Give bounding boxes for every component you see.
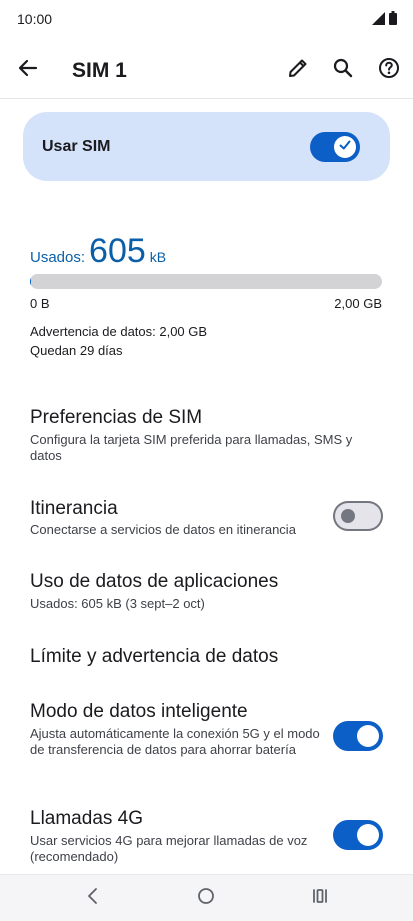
pencil-icon: [287, 57, 309, 84]
usage-unit: kB: [150, 249, 166, 265]
status-icons: [372, 11, 397, 30]
back-button[interactable]: [12, 54, 44, 86]
pref-title: Modo de datos inteligente: [30, 701, 248, 723]
4g-calls-toggle[interactable]: [333, 820, 383, 850]
data-warning-text: Advertencia de datos: 2,00 GB: [30, 324, 207, 339]
pref-title: Preferencias de SIM: [30, 407, 202, 429]
toggle-thumb: [357, 725, 379, 747]
signal-icon: [372, 12, 386, 30]
usage-prefix: Usados:: [30, 249, 85, 266]
pref-title: Uso de datos de aplicaciones: [30, 571, 278, 593]
help-circle-icon: [378, 57, 400, 84]
system-nav-bar: [0, 874, 413, 921]
toggle-thumb: [357, 824, 379, 846]
arrow-left-icon: [18, 58, 38, 83]
search-button[interactable]: [327, 54, 359, 86]
edit-button[interactable]: [282, 54, 314, 86]
nav-recents-button[interactable]: [306, 885, 334, 911]
search-icon: [332, 57, 354, 84]
battery-icon: [389, 11, 397, 30]
pref-title: Límite y advertencia de datos: [30, 646, 278, 668]
pref-title: Llamadas 4G: [30, 808, 143, 830]
toggle-thumb: [341, 509, 355, 523]
pref-subtitle: Usar servicios 4G para mejorar llamadas …: [30, 833, 325, 865]
usage-summary: Usados:605kB: [30, 232, 166, 271]
pref-subtitle: Ajusta automáticamente la conexión 5G y …: [30, 726, 320, 758]
check-icon: [338, 138, 352, 157]
days-left-text: Quedan 29 días: [30, 343, 123, 358]
use-sim-toggle[interactable]: [310, 132, 360, 162]
use-sim-label: Usar SIM: [42, 138, 110, 156]
usage-value: 605: [89, 232, 146, 270]
app-bar: SIM 1: [0, 42, 413, 99]
usage-max-label: 2,00 GB: [334, 296, 382, 311]
pref-subtitle: Usados: 605 kB (3 sept–2 oct): [30, 596, 375, 612]
pref-subtitle: Conectarse a servicios de datos en itine…: [30, 522, 375, 538]
roaming-toggle[interactable]: [333, 501, 383, 531]
status-time: 10:00: [17, 11, 52, 27]
pref-subtitle: Configura la tarjeta SIM preferida para …: [30, 432, 375, 464]
status-bar: 10:00: [0, 0, 413, 38]
usage-progress-bar: [30, 274, 382, 289]
chevron-left-icon: [86, 887, 100, 910]
usage-min-label: 0 B: [30, 296, 50, 311]
smart-data-mode-toggle[interactable]: [333, 721, 383, 751]
help-button[interactable]: [373, 54, 405, 86]
toggle-thumb: [334, 136, 356, 158]
nav-back-button[interactable]: [79, 885, 107, 911]
use-sim-card[interactable]: Usar SIM: [23, 112, 390, 181]
pref-title: Itinerancia: [30, 498, 118, 520]
page-title: SIM 1: [72, 59, 127, 83]
circle-icon: [197, 887, 215, 910]
nav-home-button[interactable]: [192, 885, 220, 911]
recents-icon: [311, 887, 329, 910]
